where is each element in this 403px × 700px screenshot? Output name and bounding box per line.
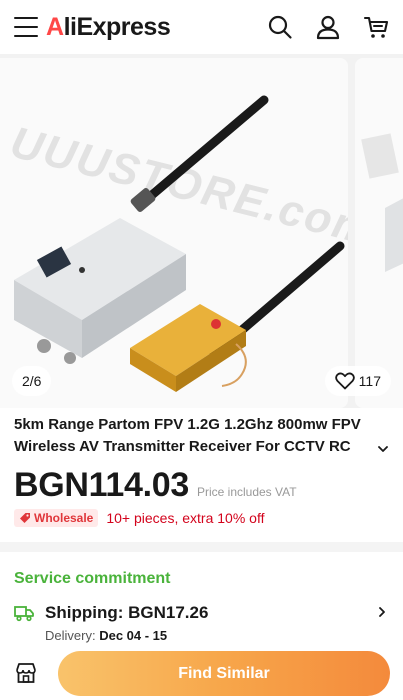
wholesale-text: 10+ pieces, extra 10% off (106, 510, 265, 526)
product-title-block: 5km Range Partom FPV 1.2G 1.2Ghz 800mw F… (14, 414, 394, 458)
cart-icon[interactable] (363, 14, 389, 40)
wishlist-button[interactable]: 117 (324, 366, 391, 396)
truck-icon (14, 606, 34, 622)
store-icon[interactable] (14, 661, 38, 685)
wholesale-row[interactable]: Wholesale 10+ pieces, extra 10% off (14, 509, 264, 527)
find-similar-button[interactable]: Find Similar (58, 651, 390, 696)
image-counter: 2/6 (12, 366, 52, 396)
heart-icon (334, 372, 355, 390)
price-note: Price includes VAT (196, 485, 297, 499)
section-divider (0, 542, 403, 552)
product-gallery[interactable]: UUUSTORE.com 2/6 117 (0, 54, 403, 408)
next-product-image[interactable] (355, 58, 403, 408)
shipping-label: Shipping: BGN17.26 (45, 603, 209, 622)
chevron-right-icon (379, 607, 385, 617)
wholesale-badge: Wholesale (14, 509, 99, 527)
chevron-down-icon[interactable] (376, 442, 390, 456)
aliexpress-logo[interactable]: AliExpress (46, 13, 171, 42)
product-photo (14, 95, 345, 392)
account-icon[interactable] (315, 14, 341, 40)
shipping-row[interactable]: Shipping: BGN17.26 Delivery: Dec 04 - 15 (14, 602, 394, 648)
header-icons (267, 14, 389, 40)
tag-icon (20, 513, 30, 523)
likes-count: 117 (358, 373, 381, 389)
delivery-info: Delivery: Dec 04 - 15 (45, 628, 168, 643)
menu-icon[interactable] (14, 17, 38, 37)
product-image[interactable]: UUUSTORE.com (0, 58, 348, 408)
next-product-photo (361, 133, 403, 272)
search-icon[interactable] (267, 14, 293, 40)
bottom-action-bar: Find Similar (0, 646, 403, 700)
product-price: BGN114.03 (14, 466, 189, 504)
product-title: 5km Range Partom FPV 1.2G 1.2Ghz 800mw F… (14, 416, 361, 455)
price-row: BGN114.03 Price includes VAT (14, 466, 297, 505)
top-header: AliExpress (0, 0, 403, 54)
service-title: Service commitment (14, 570, 171, 587)
